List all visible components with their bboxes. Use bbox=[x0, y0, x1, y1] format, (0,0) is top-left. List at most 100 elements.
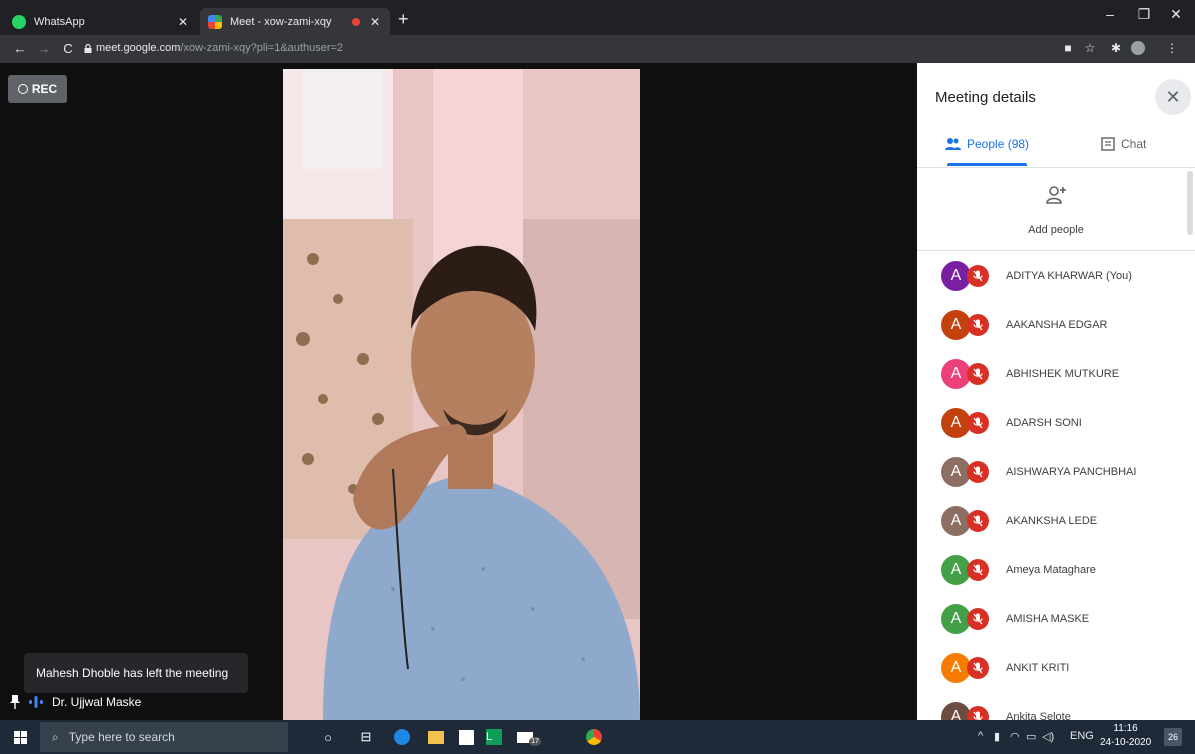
menu-kebab-icon[interactable]: ⋮ bbox=[1164, 41, 1180, 55]
mic-off-icon bbox=[967, 460, 989, 483]
windows-start-icon[interactable] bbox=[14, 731, 27, 744]
mic-off-icon bbox=[967, 362, 989, 385]
new-tab-button[interactable]: + bbox=[398, 10, 409, 28]
participant-row[interactable]: A ADITYA KHARWAR (You) bbox=[917, 251, 1185, 300]
tab-whatsapp[interactable]: WhatsApp ✕ bbox=[4, 8, 198, 35]
participant-name: AISHWARYA PANCHBHAI bbox=[1006, 465, 1137, 478]
whatsapp-icon bbox=[12, 14, 26, 29]
tab-title: WhatsApp bbox=[34, 15, 85, 28]
participant-name: AMISHA MASKE bbox=[1006, 612, 1090, 625]
mic-off-icon bbox=[967, 264, 989, 287]
mic-off-icon bbox=[967, 656, 989, 679]
meet-icon bbox=[208, 14, 222, 29]
participant-row[interactable]: A ADARSH SONI bbox=[917, 398, 1185, 447]
clock-time: 11:16 bbox=[1113, 723, 1138, 734]
profile-avatar[interactable] bbox=[1130, 41, 1146, 58]
participant-name: ADARSH SONI bbox=[1006, 416, 1082, 429]
add-person-icon bbox=[1046, 186, 1066, 204]
tab-people-label: People (98) bbox=[967, 137, 1030, 151]
tab-chat-label: Chat bbox=[1121, 137, 1147, 151]
store-icon[interactable] bbox=[456, 727, 476, 747]
meeting-stage: REC Mahesh Dhoble has left the meeting D… bbox=[0, 63, 917, 720]
mic-off-icon bbox=[967, 558, 989, 581]
browser-tab-strip: WhatsApp ✕ Meet - xow-zami-xqy ✕ + – ❐ ✕ bbox=[0, 0, 1195, 35]
participant-row[interactable]: A ABHISHEK MUTKURE bbox=[917, 349, 1185, 398]
taskbar-search-input[interactable]: ⌕ Type here to search bbox=[40, 722, 288, 752]
close-window-button[interactable]: ✕ bbox=[1166, 6, 1186, 23]
back-arrow-icon[interactable]: ← bbox=[12, 41, 28, 56]
url-field[interactable]: meet.google.com/xow-zami-xqy?pli=1&authu… bbox=[96, 42, 343, 54]
address-bar: ← → C meet.google.com/xow-zami-xqy?pli=1… bbox=[0, 35, 1195, 63]
participant-list: A ADITYA KHARWAR (You) A AAKANSHA EDGAR A ABH… bbox=[917, 251, 1185, 741]
edge-icon[interactable] bbox=[392, 727, 412, 747]
camera-icon[interactable]: ■ bbox=[1060, 41, 1076, 55]
participant-name: ANKIT KRITI bbox=[1006, 661, 1070, 674]
participant-video bbox=[283, 69, 640, 720]
url-path: /xow-zami-xqy?pli=1&authuser=2 bbox=[180, 42, 344, 54]
divider bbox=[917, 167, 1195, 168]
meeting-details-panel: Meeting details ✕ People (98) Chat Add p… bbox=[917, 63, 1195, 732]
mic-off-icon bbox=[967, 509, 989, 532]
participant-row[interactable]: A AAKANSHA EDGAR bbox=[917, 300, 1185, 349]
tab-meet[interactable]: Meet - xow-zami-xqy ✕ bbox=[200, 8, 390, 35]
speaker-name: Dr. Ujjwal Maske bbox=[52, 695, 142, 709]
tray-app-icon[interactable]: ▮ bbox=[994, 730, 1000, 743]
url-host: meet.google.com bbox=[96, 42, 181, 54]
participant-name: AAKANSHA EDGAR bbox=[1006, 318, 1108, 331]
cortana-icon[interactable]: ○ bbox=[318, 727, 338, 747]
mic-off-icon bbox=[967, 607, 989, 630]
mic-off-icon bbox=[967, 411, 989, 434]
recording-badge: REC bbox=[8, 75, 67, 103]
language-indicator[interactable]: ENG bbox=[1070, 730, 1094, 742]
screen: WhatsApp ✕ Meet - xow-zami-xqy ✕ + – ❐ ✕… bbox=[0, 0, 1195, 754]
notification-center-button[interactable]: 26 bbox=[1164, 728, 1182, 746]
tray-chevron-icon[interactable]: ^ bbox=[978, 730, 983, 742]
mail-badge: 17 bbox=[529, 736, 541, 746]
close-panel-button[interactable]: ✕ bbox=[1155, 79, 1191, 115]
tab-title: Meet - xow-zami-xqy bbox=[230, 15, 332, 28]
windows-taskbar: ⌕ Type here to search ○ ⊟ L 17 ^ ▮ ◠ ▭ ◁… bbox=[0, 720, 1195, 754]
chrome-icon[interactable] bbox=[584, 727, 604, 747]
rec-label: REC bbox=[31, 82, 58, 96]
participant-row[interactable]: A AKANKSHA LEDE bbox=[917, 496, 1185, 545]
mic-off-icon bbox=[967, 313, 989, 336]
forward-arrow-icon[interactable]: → bbox=[36, 41, 52, 56]
close-tab-icon[interactable]: ✕ bbox=[368, 15, 382, 29]
extensions-icon[interactable]: ✱ bbox=[1108, 41, 1124, 55]
file-explorer-icon[interactable] bbox=[426, 727, 446, 747]
participant-row[interactable]: A Ameya Mataghare bbox=[917, 545, 1185, 594]
restore-button[interactable]: ❐ bbox=[1134, 6, 1154, 23]
video-frame bbox=[283, 69, 640, 720]
tab-people[interactable]: People (98) bbox=[945, 137, 1029, 151]
mail-icon[interactable]: 17 bbox=[514, 727, 544, 747]
tab-chat[interactable]: Chat bbox=[1101, 137, 1146, 151]
add-people-label: Add people bbox=[1028, 224, 1084, 236]
active-tab-indicator bbox=[947, 163, 1027, 166]
record-ring-icon bbox=[17, 84, 28, 94]
bookmark-star-icon[interactable]: ☆ bbox=[1082, 41, 1098, 55]
notification-toast: Mahesh Dhoble has left the meeting bbox=[24, 653, 248, 693]
participant-name: AKANKSHA LEDE bbox=[1006, 514, 1098, 527]
task-view-icon[interactable]: ⊟ bbox=[356, 727, 376, 747]
pin-icon[interactable] bbox=[10, 695, 20, 709]
close-tab-icon[interactable]: ✕ bbox=[176, 15, 190, 29]
panel-title: Meeting details bbox=[935, 89, 1036, 106]
system-clock[interactable]: 11:16 24-10-2020 bbox=[1100, 722, 1151, 750]
participant-row[interactable]: A AMISHA MASKE bbox=[917, 594, 1185, 643]
participant-row[interactable]: A ANKIT KRITI bbox=[917, 643, 1185, 692]
speaker-bar: Dr. Ujjwal Maske bbox=[10, 695, 141, 709]
audio-level-icon bbox=[29, 696, 43, 708]
minimize-button[interactable]: – bbox=[1100, 6, 1120, 22]
lens-app-icon[interactable]: L bbox=[484, 727, 504, 747]
lock-icon bbox=[84, 44, 92, 53]
search-icon: ⌕ bbox=[52, 729, 59, 744]
reload-icon[interactable]: C bbox=[60, 41, 76, 56]
battery-icon[interactable]: ▭ bbox=[1026, 730, 1036, 743]
network-icon[interactable]: ◠ bbox=[1010, 730, 1020, 743]
participant-name: Ameya Mataghare bbox=[1006, 563, 1096, 576]
volume-icon[interactable]: ◁) bbox=[1042, 730, 1054, 743]
participant-row[interactable]: A AISHWARYA PANCHBHAI bbox=[917, 447, 1185, 496]
panel-scrollbar[interactable] bbox=[1187, 171, 1193, 235]
add-people-button[interactable]: Add people bbox=[917, 183, 1195, 243]
participant-name: ADITYA KHARWAR (You) bbox=[1006, 269, 1132, 282]
